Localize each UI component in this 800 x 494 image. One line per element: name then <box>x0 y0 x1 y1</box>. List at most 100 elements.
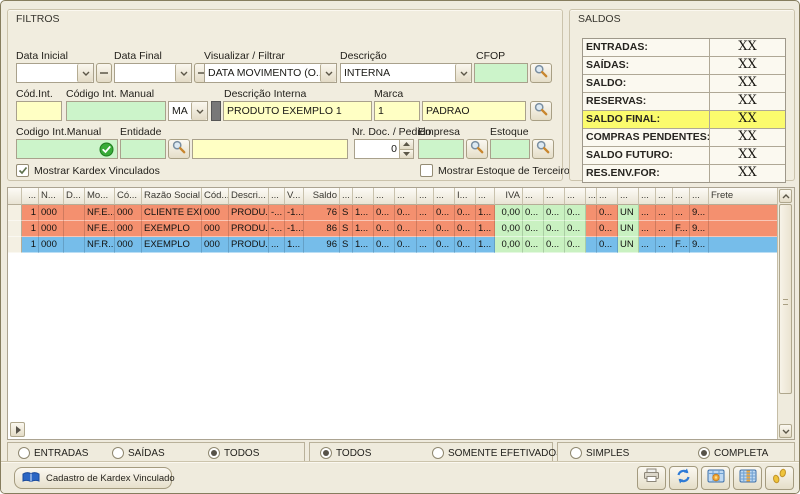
footprints-button[interactable] <box>765 466 794 490</box>
grid-cell: 000 <box>115 205 142 221</box>
print-button[interactable] <box>637 466 666 490</box>
grid-header-cell[interactable]: ... <box>269 188 285 205</box>
grid-header-cell[interactable]: ... <box>374 188 395 205</box>
chevron-down-icon[interactable] <box>191 102 207 120</box>
nr-doc-input[interactable]: 0 <box>354 139 414 159</box>
marca-input[interactable]: 1 <box>374 101 420 121</box>
grid-header-cell[interactable]: ... <box>565 188 586 205</box>
grid-row[interactable]: 1000NF.R...000EXEMPLO000PRODU......1...9… <box>8 237 778 253</box>
grid-header-cell[interactable]: IVA <box>495 188 523 205</box>
radio-completa[interactable]: COMPLETA <box>698 447 768 459</box>
codigo-int-manual2-input[interactable] <box>16 139 118 159</box>
radio-todos[interactable]: TODOS <box>320 447 371 459</box>
magnifier-icon <box>536 140 550 159</box>
grid-header-cell[interactable]: ... <box>673 188 690 205</box>
grid-cell: 0... <box>565 221 586 237</box>
data-inicial-input[interactable] <box>16 63 94 83</box>
grid-header-cell[interactable]: V... <box>285 188 304 205</box>
grid-settings-button[interactable] <box>701 466 730 490</box>
grid-header-cell[interactable]: Razão Social <box>142 188 202 205</box>
grid-row[interactable]: 1000NF.E...000EXEMPLO000PRODU...-...-1..… <box>8 221 778 237</box>
radio-somente-efetivados[interactable]: SOMENTE EFETIVADOS <box>432 447 563 459</box>
spin-up-icon[interactable] <box>400 140 413 149</box>
grid-header-cell[interactable]: N... <box>39 188 64 205</box>
empresa-search-button[interactable] <box>466 139 488 159</box>
estoque-input[interactable] <box>490 139 530 159</box>
visualizar-filtrar-select[interactable]: DATA MOVIMENTO (O... <box>204 63 337 83</box>
cod-int-input[interactable] <box>16 101 62 121</box>
ma-select[interactable]: MA <box>168 101 208 121</box>
cfop-search-button[interactable] <box>530 63 552 83</box>
grid-cell: NF.R... <box>85 237 115 253</box>
grid-header-cell[interactable]: Descri... <box>229 188 269 205</box>
grid-header-cell[interactable]: ... <box>523 188 544 205</box>
grid-header-cell[interactable]: ... <box>618 188 639 205</box>
spin-down-icon[interactable] <box>400 149 413 159</box>
marca-nome-input[interactable]: PADRAO <box>422 101 526 121</box>
radio-saidas[interactable]: SAÍDAS <box>112 447 165 459</box>
codigo-int-manual-input[interactable] <box>66 101 166 121</box>
marca-search-button[interactable] <box>530 101 552 121</box>
radio-simples[interactable]: SIMPLES <box>570 447 629 459</box>
chevron-down-icon[interactable] <box>455 64 471 82</box>
refresh-button[interactable] <box>669 466 698 490</box>
chevron-down-icon[interactable] <box>320 64 336 82</box>
grid-cell: ... <box>673 205 690 221</box>
nr-doc-spinner[interactable] <box>399 140 413 158</box>
grid-row[interactable]: 1000NF.E...000CLIENTE EXE...000PRODU...-… <box>8 205 778 221</box>
grid-header-cell[interactable]: ... <box>656 188 673 205</box>
grid-header-cell[interactable] <box>8 188 22 205</box>
data-final-label: Data Final <box>114 50 162 62</box>
grid-header-cell[interactable]: ... <box>340 188 353 205</box>
table-columns-button[interactable] <box>733 466 762 490</box>
saldos-row: SALDO FUTURO:XX <box>583 147 785 165</box>
cadastro-kardex-button[interactable]: Cadastro de Kardex Vinculado <box>14 467 172 489</box>
radio-label: SIMPLES <box>586 448 629 459</box>
data-final-input[interactable] <box>114 63 192 83</box>
grid-cell: 9... <box>690 237 709 253</box>
grid-header-cell[interactable]: ... <box>476 188 495 205</box>
entidade-nome-input[interactable] <box>192 139 348 159</box>
data-inicial-clear-button[interactable] <box>96 63 112 83</box>
descricao-interna-input[interactable]: PRODUTO EXEMPLO 1 <box>223 101 372 121</box>
mostrar-kardex-checkbox[interactable] <box>16 164 29 177</box>
mostrar-terceiros-checkbox[interactable] <box>420 164 433 177</box>
grid-cell: 0... <box>374 237 395 253</box>
grid-header-cell[interactable]: ... <box>22 188 39 205</box>
descricao-label: Descrição <box>340 50 387 62</box>
grid-header-cell[interactable]: ... <box>690 188 709 205</box>
grid-header-cell[interactable]: ... <box>395 188 417 205</box>
radio-entradas[interactable]: ENTRADAS <box>18 447 88 459</box>
refresh-icon <box>675 468 692 489</box>
empresa-input[interactable] <box>418 139 464 159</box>
scrollbar-thumb[interactable] <box>779 204 792 394</box>
grid-vertical-scrollbar[interactable] <box>777 188 794 439</box>
grid-header-cell[interactable]: ... <box>417 188 434 205</box>
scroll-down-button[interactable] <box>779 424 792 438</box>
scroll-up-button[interactable] <box>779 189 792 203</box>
grid-header-cell[interactable]: Mo... <box>85 188 115 205</box>
grid-header-cell[interactable]: Có... <box>115 188 142 205</box>
grid-scroll-right-button[interactable] <box>10 422 25 437</box>
grid-header-cell[interactable]: D... <box>64 188 85 205</box>
estoque-search-button[interactable] <box>532 139 554 159</box>
entidade-search-button[interactable] <box>168 139 190 159</box>
descricao-select[interactable]: INTERNA <box>340 63 472 83</box>
radio-todos[interactable]: TODOS <box>208 447 259 459</box>
grid-header-cell[interactable]: ... <box>544 188 565 205</box>
entidade-input[interactable] <box>120 139 166 159</box>
grid-header-cell[interactable]: I... <box>455 188 476 205</box>
grid-header-cell[interactable]: Cód... <box>202 188 229 205</box>
grid-header-cell[interactable]: Saldo <box>304 188 340 205</box>
grid-header-cell[interactable]: Frete <box>709 188 778 205</box>
grid-header-cell[interactable]: ... <box>353 188 374 205</box>
chevron-down-icon[interactable] <box>77 64 93 82</box>
chevron-down-icon[interactable] <box>175 64 191 82</box>
saldos-row-label: COMPRAS PENDENTES: <box>583 129 710 146</box>
grid-cell: CLIENTE EXE... <box>142 205 202 221</box>
grid-header-cell[interactable]: ... <box>639 188 656 205</box>
cfop-input[interactable] <box>474 63 528 83</box>
grid-header-cell[interactable]: ... <box>597 188 618 205</box>
grid-header-cell[interactable]: ... <box>586 188 597 205</box>
grid-header-cell[interactable]: ... <box>434 188 455 205</box>
